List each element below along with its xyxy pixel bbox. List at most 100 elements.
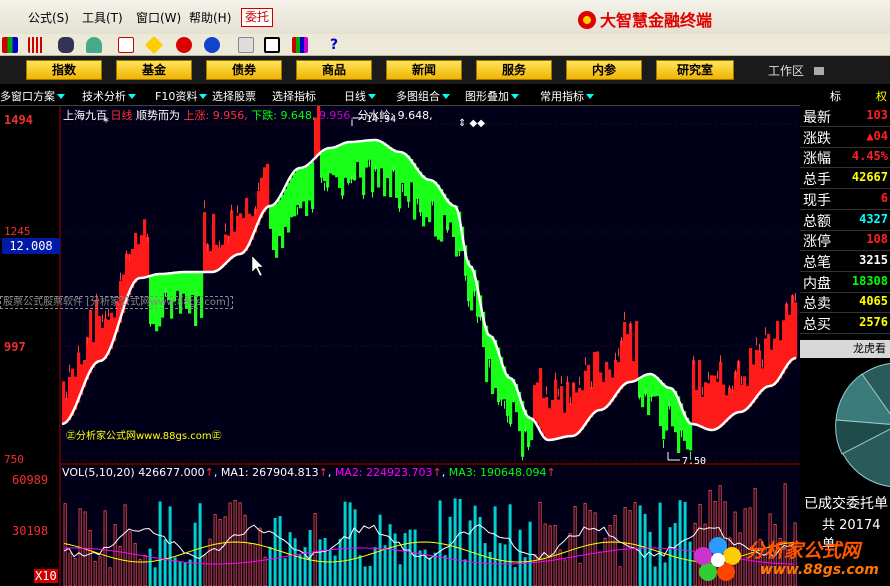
trend-fill-bar [509, 377, 513, 424]
tab-technical[interactable]: 技术分析 [82, 88, 136, 104]
period: 日线 [110, 109, 133, 122]
workarea-menu-icon[interactable] [813, 67, 824, 75]
candles-icon[interactable] [28, 37, 44, 53]
tab-label: 技术分析 [82, 90, 126, 103]
quote-label: 总买 [803, 317, 831, 333]
volume-bar [193, 522, 197, 586]
trend-fill-bar [659, 379, 663, 427]
volume-bar [318, 539, 322, 586]
window-layout-icon[interactable] [264, 37, 280, 53]
y-label: 1245 [4, 225, 31, 238]
toolbar: ? [0, 34, 890, 56]
volume-bar [158, 501, 162, 586]
nav-news-button[interactable]: 新闻 [386, 60, 462, 80]
trend-fill-bar [422, 175, 426, 227]
trend-fill-bar [758, 350, 762, 395]
trend-fill-bar [329, 148, 333, 174]
tab-multi-chart[interactable]: 多图组合 [396, 88, 450, 104]
tab-rights[interactable]: 权 [876, 88, 887, 104]
trend-fill-bar [290, 177, 294, 218]
volume-bar [413, 529, 417, 586]
help-cursor-icon[interactable]: ? [326, 37, 342, 53]
dragon-tiger-header[interactable]: 龙虎看 [800, 340, 890, 358]
trend-fill-bar [380, 141, 384, 169]
vol-indicator: VOL(5,10,20) [62, 466, 135, 479]
quote-label: 涨跌 [803, 130, 831, 147]
nav-commodity-button[interactable]: 商品 [296, 60, 372, 80]
trend-fill-bar [755, 349, 759, 399]
nav-index-button[interactable]: 指数 [26, 60, 102, 80]
color-bars-icon[interactable] [2, 37, 18, 53]
quote-value: 103 [866, 108, 888, 122]
menu-formula[interactable]: 公式(S) [28, 9, 69, 26]
nav-bond-button[interactable]: 债券 [206, 60, 282, 80]
nav-insider-button[interactable]: 内参 [566, 60, 642, 80]
menu-window[interactable]: 窗口(W) [136, 9, 181, 26]
trend-fill-bar [710, 375, 714, 430]
quote-row: 总额 4327 [800, 210, 890, 231]
volume-bar [493, 506, 497, 586]
books-icon[interactable] [292, 37, 308, 53]
volume-bar [358, 555, 362, 586]
tab-select-stock[interactable]: 选择股票 [212, 88, 256, 104]
trend-fill-bar [239, 213, 243, 255]
trend-fill-bar [689, 422, 693, 451]
workarea-label[interactable]: 工作区 [768, 62, 824, 79]
entrust-button[interactable]: 委托 [241, 8, 273, 27]
kline-chart[interactable]: 14.94 7.50 * ⇕ ◆◆ [0, 106, 802, 586]
volume-bar [498, 543, 502, 586]
volume-bar [288, 532, 292, 586]
trend-fill-bar [398, 151, 402, 209]
trend-fill-bar [434, 181, 438, 237]
trend-fill-bar [554, 379, 558, 440]
tab-mark[interactable]: 标 [830, 88, 841, 104]
down-value: 9.648 [280, 109, 312, 122]
menu-tools[interactable]: 工具(T) [82, 9, 123, 26]
trend-fill-bar [359, 141, 363, 178]
up-value: 9.956 [212, 109, 245, 122]
blue-e-icon[interactable] [204, 37, 220, 53]
trend-fill-bar [545, 397, 549, 439]
diamond-icon[interactable] [144, 35, 164, 55]
volume-bar [433, 552, 437, 586]
nav-fund-button[interactable]: 基金 [116, 60, 192, 80]
tab-label: 常用指标 [540, 90, 584, 103]
trend-fill-bar [425, 178, 429, 218]
trend-fill-bar [365, 140, 369, 168]
binoculars-icon[interactable] [58, 37, 74, 53]
red-e-icon[interactable] [176, 37, 192, 53]
trend-fill-bar [623, 322, 627, 386]
menu-help[interactable]: 帮助(H) [189, 9, 231, 26]
trend-fill-bar [314, 117, 318, 160]
nav-research-button[interactable]: 研究室 [656, 60, 734, 80]
tab-common-indicator[interactable]: 常用指标 [540, 88, 594, 104]
tab-select-indicator[interactable]: 选择指标 [272, 88, 316, 104]
trend-fill-bar [272, 205, 276, 251]
tab-overlay[interactable]: 图形叠加 [465, 88, 519, 104]
trend-fill-bar [137, 244, 141, 280]
trend-fill-bar [428, 179, 432, 223]
tab-multi-window[interactable]: 多窗口方案 [0, 88, 65, 104]
up-label: 上涨: [183, 109, 210, 122]
trend-fill-bar [722, 384, 726, 425]
trend-fill-bar [770, 349, 774, 386]
trend-fill-bar [323, 150, 327, 182]
trend-fill-bar [335, 147, 339, 178]
clipboard-icon[interactable] [238, 37, 254, 53]
trend-fill-bar [275, 203, 279, 258]
trend-fill-bar [263, 167, 267, 213]
watermark-bottom: ㊣分析家公式网www.88gs.com㊣ [66, 431, 222, 442]
bell-icon[interactable] [86, 37, 102, 53]
chart-up-icon[interactable] [118, 37, 134, 53]
volume-bar [643, 513, 647, 586]
tab-daily[interactable]: 日线 [344, 88, 376, 104]
workarea-text: 工作区 [768, 64, 805, 78]
tab-f10[interactable]: F10资料 [155, 88, 208, 104]
trend-fill-bar [362, 141, 366, 196]
volume-bar [393, 533, 397, 586]
trend-fill-bar [419, 171, 423, 213]
quote-label: 总卖 [803, 296, 831, 313]
nav-service-button[interactable]: 服务 [476, 60, 552, 80]
ma1-label: MA1: [220, 466, 249, 479]
trend-fill-bar [305, 166, 309, 216]
